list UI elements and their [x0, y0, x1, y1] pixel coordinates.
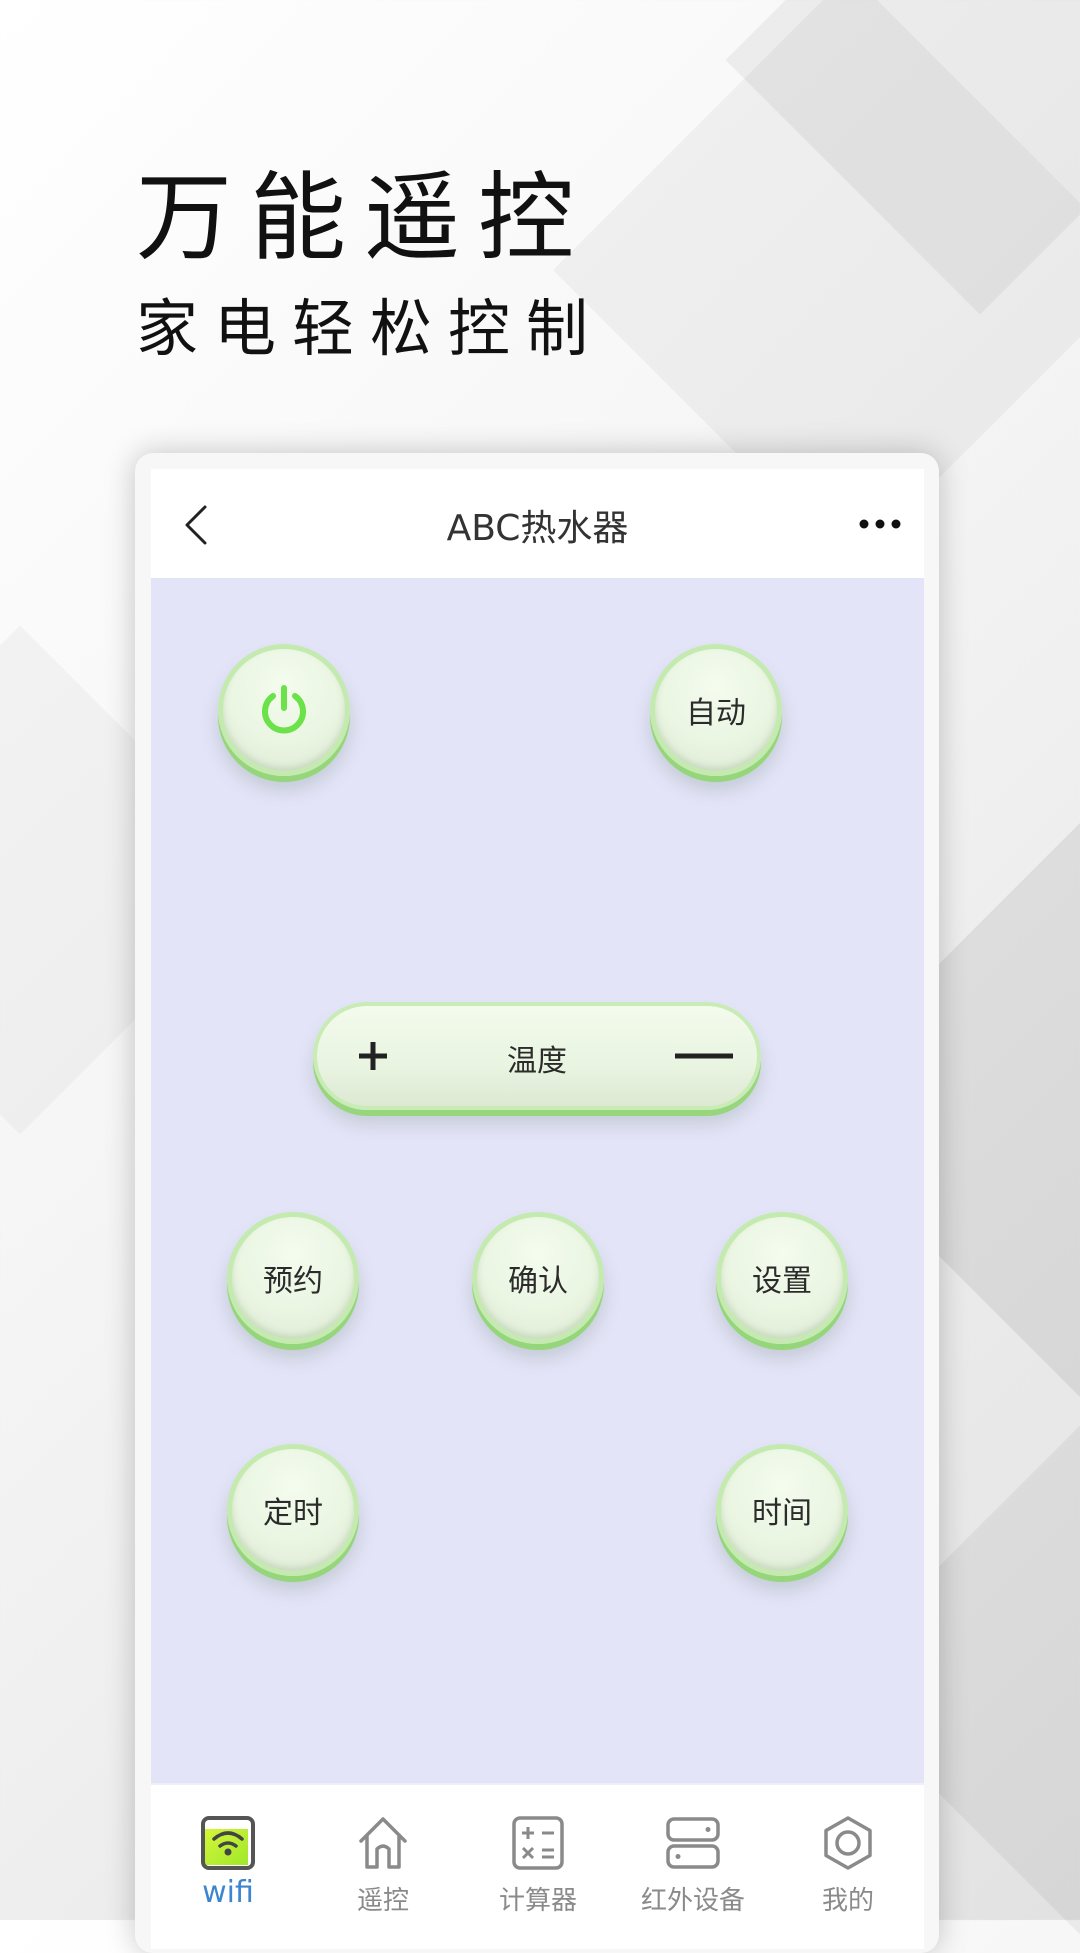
calculator-icon [512, 1816, 564, 1870]
phone-frame: ABC热水器 自动 温度 预约 确认 设置 定时 时间 wifi 遥控 计算器 … [135, 453, 939, 1953]
minus-icon [675, 1053, 733, 1059]
tab-calculator[interactable]: 计算器 [463, 1785, 613, 1949]
hexagon-nut-icon [824, 1816, 872, 1870]
tab-label: 计算器 [498, 1886, 577, 1916]
more-horizontal-icon [859, 519, 901, 529]
more-button[interactable] [858, 513, 902, 535]
promo-subline: 家电轻松控制 [136, 292, 605, 365]
temperature-control: 温度 [313, 1002, 761, 1110]
tab-infrared-devices[interactable]: 红外设备 [618, 1785, 768, 1949]
tab-label: 我的 [821, 1886, 874, 1916]
temperature-decrease-button[interactable] [673, 1034, 735, 1078]
home-icon [359, 1817, 407, 1869]
tab-wifi[interactable]: wifi [153, 1785, 303, 1949]
app-screen: ABC热水器 自动 温度 预约 确认 设置 定时 时间 wifi 遥控 计算器 … [151, 469, 924, 1949]
settings-button[interactable]: 设置 [716, 1212, 848, 1344]
page-title: ABC热水器 [446, 508, 629, 549]
confirm-button[interactable]: 确认 [472, 1212, 604, 1344]
wifi-icon [201, 1816, 255, 1870]
tab-remote[interactable]: 遥控 [308, 1785, 458, 1949]
tab-label: 遥控 [356, 1886, 409, 1916]
power-button[interactable] [218, 644, 350, 776]
reserve-button[interactable]: 预约 [227, 1212, 359, 1344]
bottom-tab-bar: wifi 遥控 计算器 红外设备 我的 [151, 1783, 924, 1949]
timer-button[interactable]: 定时 [227, 1444, 359, 1576]
time-button[interactable]: 时间 [716, 1444, 848, 1576]
promo-headline: 万能遥控 [136, 162, 592, 274]
background-decoration [725, 0, 1080, 315]
tab-label: wifi [202, 1875, 254, 1910]
server-icon [666, 1817, 720, 1869]
auto-button[interactable]: 自动 [650, 644, 782, 776]
remote-control-panel: 自动 温度 预约 确认 设置 定时 时间 [151, 578, 924, 1783]
top-bar: ABC热水器 [151, 469, 924, 578]
power-icon [262, 685, 306, 734]
tab-label: 红外设备 [640, 1886, 745, 1916]
tab-mine[interactable]: 我的 [773, 1785, 923, 1949]
